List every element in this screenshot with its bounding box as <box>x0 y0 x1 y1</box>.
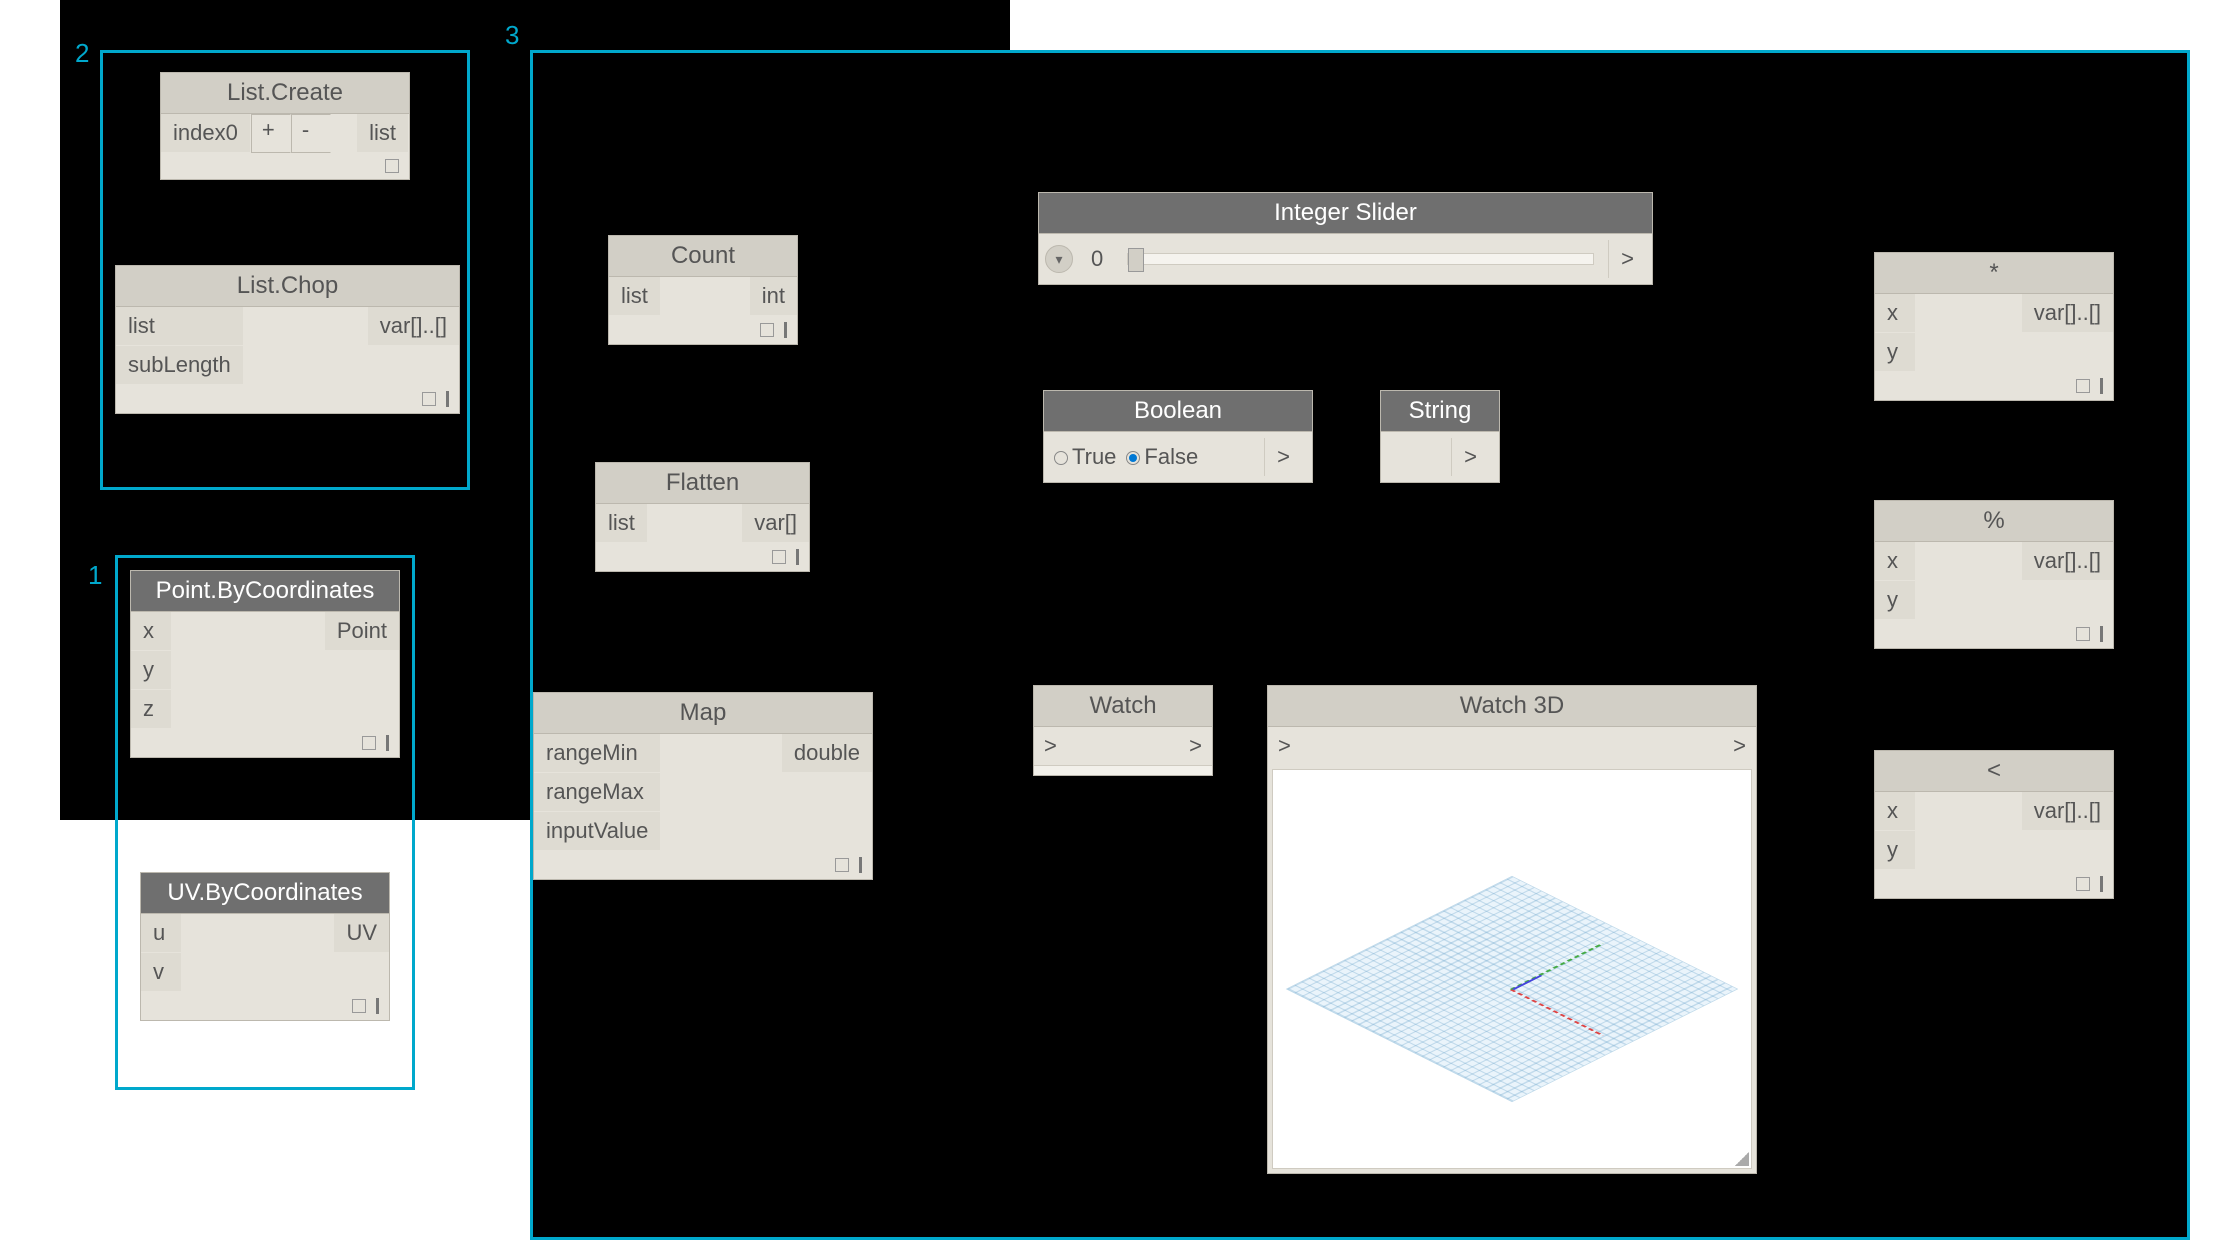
output-double[interactable]: double <box>782 734 872 773</box>
input-v[interactable]: v <box>141 953 181 992</box>
node-multiply[interactable]: * x y var[]..[] <box>1874 252 2114 401</box>
radio-false[interactable]: False <box>1126 444 1198 470</box>
node-list-create[interactable]: List.Create index0 + - list <box>160 72 410 180</box>
node-title: < <box>1875 751 2113 792</box>
input-rangemax[interactable]: rangeMax <box>534 773 660 812</box>
input-x[interactable]: x <box>1875 792 1915 831</box>
input-arrow[interactable]: > <box>1044 733 1057 759</box>
input-y[interactable]: y <box>1875 581 1915 620</box>
input-rangemin[interactable]: rangeMin <box>534 734 660 773</box>
preview-toggle[interactable] <box>385 159 399 173</box>
node-title: Watch 3D <box>1268 686 1756 727</box>
preview-toggle[interactable] <box>2076 379 2090 393</box>
lacing-icon[interactable] <box>2100 378 2103 394</box>
output-arrow[interactable]: > <box>1264 438 1302 476</box>
plus-button[interactable]: + <box>251 114 291 153</box>
node-watch-3d[interactable]: Watch 3D > > <box>1267 685 1757 1174</box>
node-less-than[interactable]: < x y var[]..[] <box>1874 750 2114 899</box>
output-arrow[interactable]: > <box>1733 733 1746 759</box>
node-title: List.Create <box>161 73 409 114</box>
input-list[interactable]: list <box>609 277 660 316</box>
preview-toggle[interactable] <box>352 999 366 1013</box>
output-list[interactable]: list <box>357 114 409 153</box>
preview-toggle[interactable] <box>2076 627 2090 641</box>
radio-true[interactable]: True <box>1054 444 1116 470</box>
slider-track[interactable] <box>1127 253 1594 265</box>
preview-toggle[interactable] <box>760 323 774 337</box>
node-title: Integer Slider <box>1039 193 1652 234</box>
node-integer-slider[interactable]: Integer Slider ▾ 0 > <box>1038 192 1653 285</box>
input-index0[interactable]: index0 <box>161 114 251 153</box>
input-y[interactable]: y <box>1875 333 1915 372</box>
lacing-icon[interactable] <box>376 998 379 1014</box>
node-uv-bycoordinates[interactable]: UV.ByCoordinates u v UV <box>140 872 390 1021</box>
input-sublength[interactable]: subLength <box>116 346 243 385</box>
output-arrow[interactable]: > <box>1189 733 1202 759</box>
output-int[interactable]: int <box>750 277 797 316</box>
output-arrow[interactable]: > <box>1608 240 1646 278</box>
node-title: Count <box>609 236 797 277</box>
node-title: Point.ByCoordinates <box>131 571 399 612</box>
slider-thumb[interactable] <box>1128 248 1144 272</box>
lacing-icon[interactable] <box>2100 876 2103 892</box>
output-var[interactable]: var[]..[] <box>2022 294 2113 333</box>
node-title: * <box>1875 253 2113 294</box>
region-2-label: 2 <box>75 38 89 69</box>
preview-toggle[interactable] <box>772 550 786 564</box>
node-title: % <box>1875 501 2113 542</box>
input-list[interactable]: list <box>116 307 243 346</box>
output-arrow[interactable]: > <box>1451 438 1489 476</box>
node-title: Watch <box>1034 686 1212 727</box>
node-title: List.Chop <box>116 266 459 307</box>
viewport-3d[interactable] <box>1272 769 1752 1169</box>
input-inputvalue[interactable]: inputValue <box>534 812 660 851</box>
node-modulo[interactable]: % x y var[]..[] <box>1874 500 2114 649</box>
output-var[interactable]: var[]..[] <box>368 307 459 346</box>
input-y[interactable]: y <box>1875 831 1915 870</box>
preview-toggle[interactable] <box>362 736 376 750</box>
node-count[interactable]: Count list int <box>608 235 798 345</box>
lacing-icon[interactable] <box>446 391 449 407</box>
output-uv[interactable]: UV <box>334 914 389 953</box>
input-u[interactable]: u <box>141 914 181 953</box>
input-list[interactable]: list <box>596 504 647 543</box>
node-watch[interactable]: Watch > > <box>1033 685 1213 776</box>
node-title: String <box>1381 391 1499 432</box>
node-title: Map <box>534 693 872 734</box>
expand-icon[interactable]: ▾ <box>1045 245 1073 273</box>
node-flatten[interactable]: Flatten list var[] <box>595 462 810 572</box>
output-var[interactable]: var[]..[] <box>2022 792 2113 831</box>
input-arrow[interactable]: > <box>1278 733 1291 759</box>
input-x[interactable]: x <box>131 612 171 651</box>
lacing-icon[interactable] <box>2100 626 2103 642</box>
grid-surface <box>1286 876 1739 1102</box>
node-title: Boolean <box>1044 391 1312 432</box>
output-var[interactable]: var[] <box>742 504 809 543</box>
minus-button[interactable]: - <box>291 114 331 153</box>
input-x[interactable]: x <box>1875 294 1915 333</box>
lacing-icon[interactable] <box>784 322 787 338</box>
node-title: UV.ByCoordinates <box>141 873 389 914</box>
preview-toggle[interactable] <box>835 858 849 872</box>
slider-value: 0 <box>1081 246 1113 272</box>
node-title: Flatten <box>596 463 809 504</box>
input-y[interactable]: y <box>131 651 171 690</box>
input-x[interactable]: x <box>1875 542 1915 581</box>
node-boolean[interactable]: Boolean True False > <box>1043 390 1313 483</box>
lacing-icon[interactable] <box>859 857 862 873</box>
resize-handle[interactable] <box>1735 1152 1749 1166</box>
input-z[interactable]: z <box>131 690 171 729</box>
preview-toggle[interactable] <box>2076 877 2090 891</box>
node-string[interactable]: String > <box>1380 390 1500 483</box>
output-var[interactable]: var[]..[] <box>2022 542 2113 581</box>
output-point[interactable]: Point <box>325 612 399 651</box>
lacing-icon[interactable] <box>386 735 389 751</box>
node-list-chop[interactable]: List.Chop list subLength var[]..[] <box>115 265 460 414</box>
node-point-bycoordinates[interactable]: Point.ByCoordinates x y z Point <box>130 570 400 758</box>
lacing-icon[interactable] <box>796 549 799 565</box>
region-3-label: 3 <box>505 20 519 51</box>
preview-toggle[interactable] <box>422 392 436 406</box>
node-map[interactable]: Map rangeMin rangeMax inputValue double <box>533 692 873 880</box>
region-1-label: 1 <box>88 560 102 591</box>
